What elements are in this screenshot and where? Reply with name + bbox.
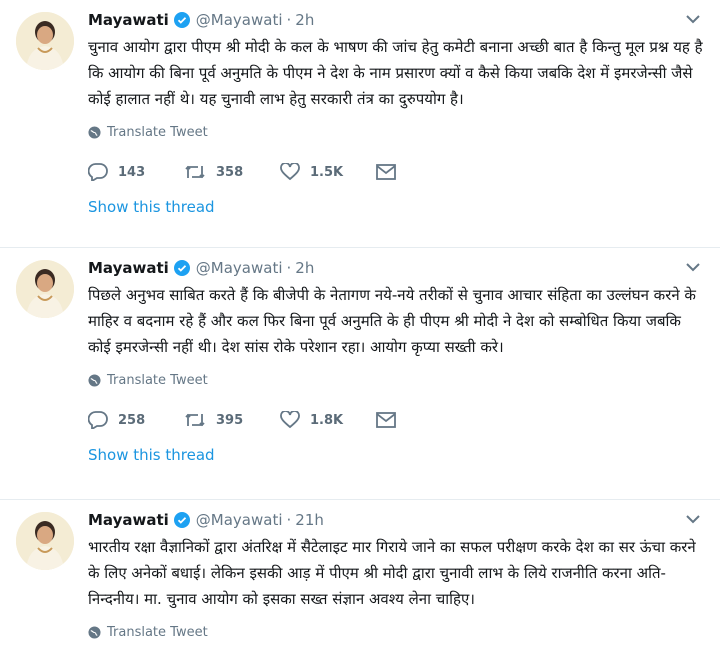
envelope-icon [376, 164, 396, 180]
separator: · [286, 511, 292, 529]
globe-icon [88, 625, 101, 639]
avatar[interactable] [16, 512, 74, 570]
reply-button[interactable]: 258 [88, 411, 184, 429]
author-name[interactable]: Mayawati [88, 11, 169, 29]
retweet-button[interactable]: 358 [184, 164, 280, 180]
reply-count: 258 [118, 412, 146, 428]
reply-button[interactable]: 143 [88, 163, 184, 181]
separator: · [286, 11, 292, 29]
like-count: 1.5K [310, 164, 344, 180]
verified-badge-icon [173, 260, 190, 276]
like-button[interactable]: 1.8K [280, 411, 376, 429]
translate-label: Translate Tweet [107, 124, 208, 140]
chevron-down-icon[interactable] [686, 262, 700, 272]
heart-icon [280, 411, 300, 429]
translate-label: Translate Tweet [107, 624, 208, 640]
verified-badge-icon [173, 12, 190, 28]
envelope-icon [376, 412, 396, 428]
tweet-text: चुनाव आयोग द्वारा पीएम श्री मोदी के कल क… [88, 38, 703, 108]
globe-icon [88, 373, 101, 387]
retweet-count: 395 [216, 412, 244, 428]
timestamp[interactable]: 2h [295, 259, 314, 277]
retweet-icon [185, 413, 205, 427]
avatar[interactable] [16, 12, 74, 70]
tweet[interactable]: Mayawati @Mayawati · 2h पिछले अनुभव साबि… [0, 248, 720, 500]
tweet-text: पिछले अनुभव साबित करते हैं कि बीजेपी के … [88, 286, 696, 356]
retweet-icon [185, 165, 205, 179]
chevron-down-icon[interactable] [686, 514, 700, 524]
retweet-button[interactable]: 395 [184, 412, 280, 428]
like-count: 1.8K [310, 412, 344, 428]
author-name[interactable]: Mayawati [88, 511, 169, 529]
translate-label: Translate Tweet [107, 372, 208, 388]
chevron-down-icon[interactable] [686, 14, 700, 24]
reply-icon [88, 411, 108, 429]
show-thread-link[interactable]: Show this thread [88, 198, 704, 216]
author-handle[interactable]: @Mayawati [196, 259, 283, 277]
author-handle[interactable]: @Mayawati [196, 511, 283, 529]
translate-tweet-link[interactable]: Translate Tweet [88, 122, 704, 142]
tweet-actions: 258 395 1.8K [88, 408, 704, 432]
reply-icon [88, 163, 108, 181]
globe-icon [88, 125, 101, 139]
retweet-count: 358 [216, 164, 244, 180]
author-name[interactable]: Mayawati [88, 259, 169, 277]
show-thread-link[interactable]: Show this thread [88, 446, 704, 464]
translate-tweet-link[interactable]: Translate Tweet [88, 370, 704, 390]
tweet-actions: 143 358 1.5K [88, 160, 704, 184]
translate-tweet-link[interactable]: Translate Tweet [88, 622, 704, 642]
direct-message-button[interactable] [376, 164, 472, 180]
timestamp[interactable]: 21h [295, 511, 324, 529]
verified-badge-icon [173, 512, 190, 528]
tweet[interactable]: Mayawati @Mayawati · 2h चुनाव आयोग द्वार… [0, 0, 720, 248]
separator: · [286, 259, 292, 277]
like-button[interactable]: 1.5K [280, 163, 376, 181]
avatar[interactable] [16, 260, 74, 318]
tweet[interactable]: Mayawati @Mayawati · 21h भारतीय रक्षा वै… [0, 500, 720, 660]
heart-icon [280, 163, 300, 181]
timestamp[interactable]: 2h [295, 11, 314, 29]
reply-count: 143 [118, 164, 146, 180]
direct-message-button[interactable] [376, 412, 472, 428]
author-handle[interactable]: @Mayawati [196, 11, 283, 29]
tweet-text: भारतीय रक्षा वैज्ञानिकों द्वारा अंतरिक्ष… [88, 538, 696, 608]
